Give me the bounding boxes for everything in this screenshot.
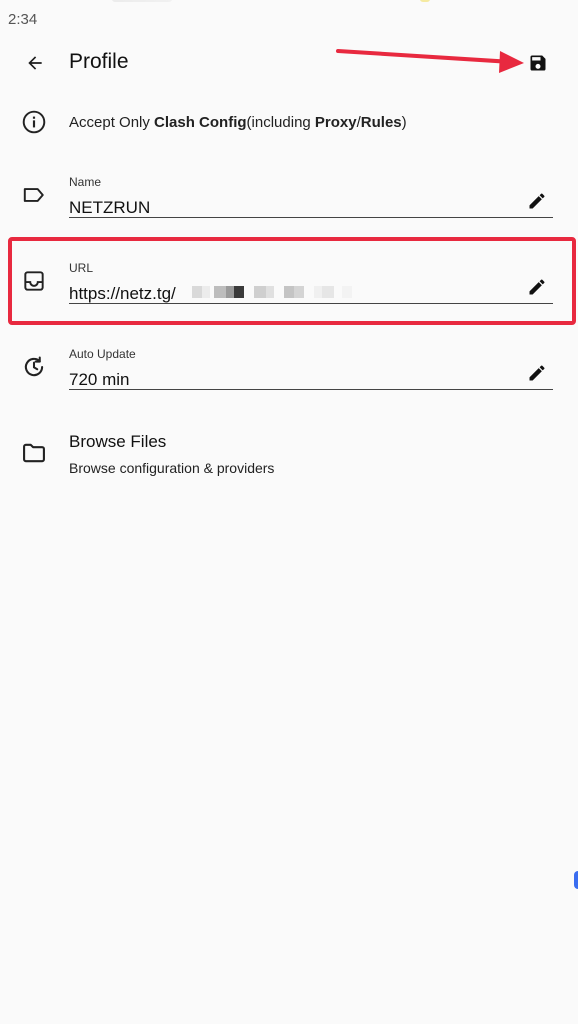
arrow-left-icon bbox=[28, 56, 42, 70]
url-underline bbox=[69, 303, 553, 304]
browse-files-title: Browse Files bbox=[69, 432, 167, 451]
page-title: Profile bbox=[69, 50, 129, 73]
status-time: 2:34 bbox=[8, 11, 38, 28]
status-bar: 2:34 bbox=[0, 0, 578, 40]
label-tag-icon bbox=[20, 181, 48, 209]
url-redaction-mosaic bbox=[190, 285, 370, 299]
url-value: https://netz.tg/ bbox=[69, 284, 176, 303]
save-button[interactable] bbox=[523, 48, 553, 78]
name-underline bbox=[69, 217, 553, 218]
clock-update-icon bbox=[20, 353, 48, 381]
url-label: URL bbox=[69, 261, 94, 275]
name-edit-button[interactable] bbox=[524, 188, 550, 214]
pencil-icon bbox=[529, 193, 545, 209]
auto-update-underline bbox=[69, 389, 553, 390]
info-icon bbox=[20, 108, 48, 136]
folder-icon bbox=[20, 439, 48, 467]
pencil-icon bbox=[529, 279, 545, 295]
app-bar: Profile bbox=[0, 40, 578, 86]
auto-update-field-row[interactable]: Auto Update 720 min bbox=[0, 342, 578, 392]
name-label: Name bbox=[69, 175, 102, 189]
inbox-tray-icon bbox=[20, 267, 48, 295]
status-indicator bbox=[420, 0, 430, 2]
status-notification-faint bbox=[112, 0, 172, 2]
accept-info-text: Accept Only Clash Config(including Proxy… bbox=[69, 114, 407, 131]
auto-update-edit-button[interactable] bbox=[524, 360, 550, 386]
edge-scroll-indicator bbox=[574, 871, 578, 889]
name-field-row[interactable]: Name NETZRUN bbox=[0, 170, 578, 220]
floppy-disk-icon bbox=[530, 55, 546, 71]
pencil-icon bbox=[529, 365, 545, 381]
back-button[interactable] bbox=[20, 48, 50, 78]
accept-info-row: Accept Only Clash Config(including Proxy… bbox=[0, 108, 578, 138]
auto-update-label: Auto Update bbox=[69, 347, 136, 361]
name-value: NETZRUN bbox=[69, 198, 151, 217]
browse-files-subtitle: Browse configuration & providers bbox=[69, 460, 275, 476]
url-edit-button[interactable] bbox=[524, 274, 550, 300]
auto-update-value: 720 min bbox=[69, 370, 130, 389]
